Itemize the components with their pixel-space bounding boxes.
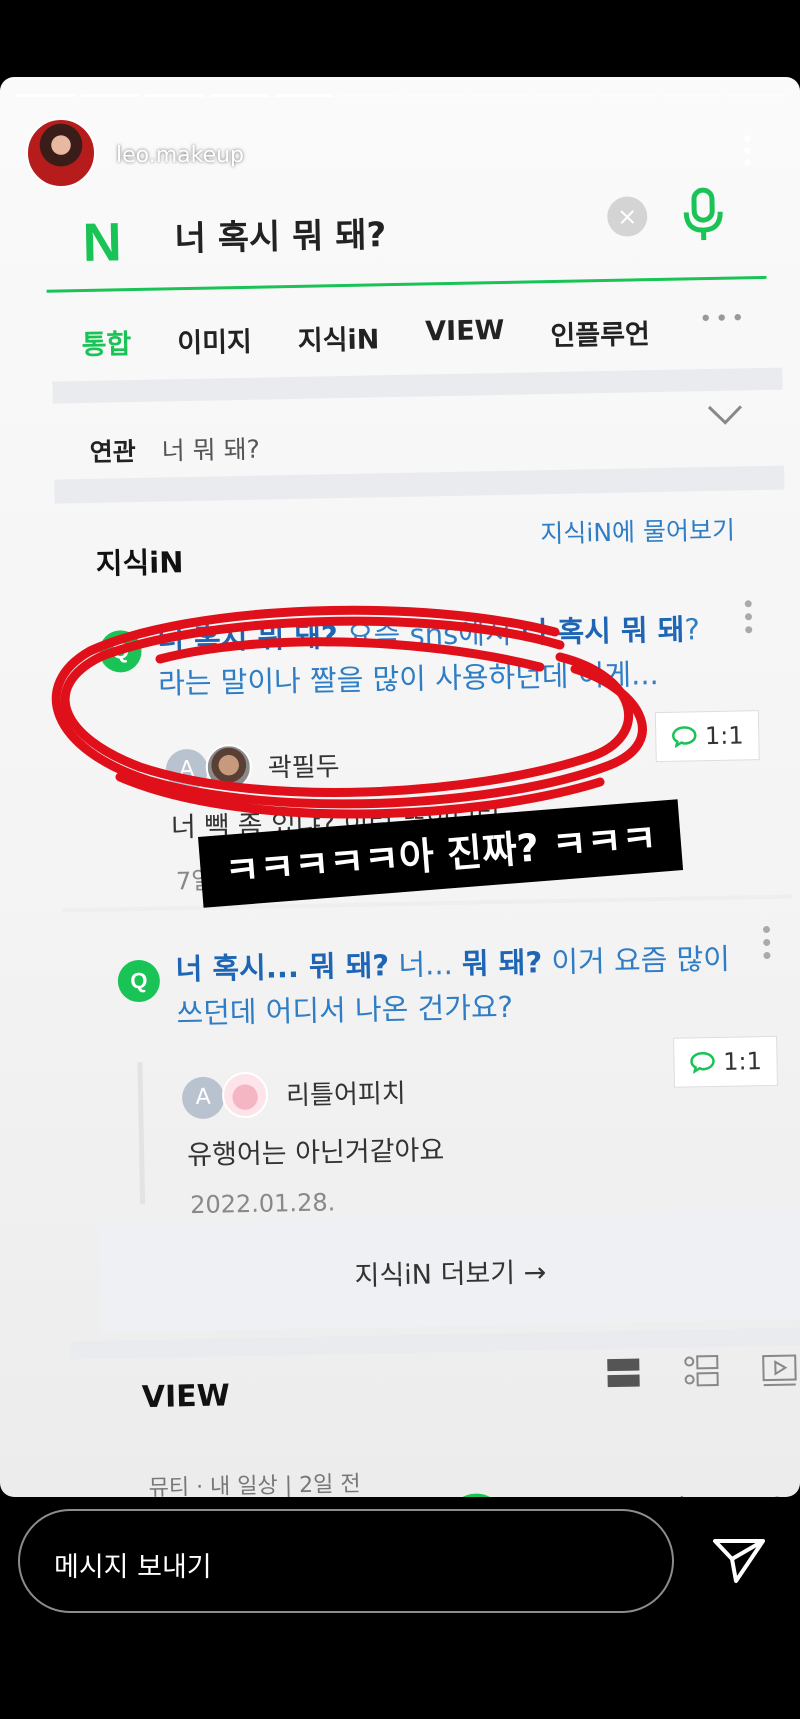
story-username[interactable]: leo.makeup bbox=[116, 143, 244, 168]
share-icon[interactable] bbox=[654, 1491, 701, 1497]
answer-rule bbox=[137, 1061, 146, 1205]
avatar bbox=[205, 743, 253, 791]
ratio-text: 1:1 bbox=[704, 721, 744, 751]
tab-influencer[interactable]: 인플루언 bbox=[550, 312, 650, 353]
avatar[interactable] bbox=[26, 118, 96, 188]
avatar: A bbox=[181, 1076, 225, 1120]
mic-icon[interactable] bbox=[681, 186, 726, 243]
progress-segment bbox=[210, 94, 269, 97]
story-more-icon[interactable] bbox=[740, 135, 754, 171]
ratio-badge: 1:1 bbox=[673, 1035, 778, 1088]
jisikin-section-title: 지식iN bbox=[95, 545, 184, 581]
search-query-text[interactable]: 너 혹시 뭐 돼? bbox=[174, 207, 387, 260]
section-divider bbox=[62, 894, 793, 913]
progress-segment bbox=[727, 94, 787, 97]
view-layout-toggles bbox=[603, 1349, 800, 1393]
green-dot-button[interactable] bbox=[445, 1493, 507, 1497]
answer-date: 2022.01.28. bbox=[189, 1188, 336, 1220]
answerer-name[interactable]: 곽필두 bbox=[267, 746, 340, 784]
progress-segment bbox=[598, 94, 657, 97]
section-divider bbox=[52, 367, 783, 404]
search-tabs: 통합 이미지 지식iN VIEW 인플루언 bbox=[81, 312, 650, 362]
progress-segment bbox=[274, 94, 334, 97]
related-label: 연관 bbox=[89, 437, 136, 467]
ratio-text: 1:1 bbox=[722, 1047, 763, 1076]
answer-text[interactable]: 유행어는 아닌거같아요 bbox=[187, 1128, 445, 1172]
question-title[interactable]: 너 혹시... 뭐 돼? 너... 뭐 돼? 이거 요즘 많이 쓰던데 어디서 … bbox=[175, 937, 737, 1036]
chat-bubble-icon bbox=[689, 1052, 715, 1074]
more-options-icon[interactable] bbox=[761, 925, 772, 966]
detail-view-icon[interactable] bbox=[681, 1351, 722, 1392]
jisikin-ask-link[interactable]: 지식iN에 물어보기 bbox=[540, 511, 735, 551]
progress-segment bbox=[339, 94, 399, 97]
tab-view[interactable]: VIEW bbox=[425, 315, 505, 356]
screenshot-photo: N 너 혹시 뭐 돼? × 통합 이미지 지식iN VIEW 인플루언 ••• … bbox=[0, 77, 800, 1497]
view-section-title: VIEW bbox=[141, 1378, 231, 1416]
progress-segment bbox=[145, 94, 205, 97]
avatar bbox=[221, 1071, 269, 1119]
send-icon[interactable] bbox=[712, 1537, 766, 1585]
list-item[interactable]: Q 너 혹시 뭐 돼? 요즘 sns에서 너 혹시 뭐 돼?라는 말이나 짤을 … bbox=[0, 77, 786, 895]
related-search[interactable]: 연관 너 뭐 돼? bbox=[89, 430, 260, 469]
chat-bubble-icon bbox=[671, 726, 697, 748]
related-value[interactable]: 너 뭐 돼? bbox=[161, 435, 260, 466]
more-options-icon[interactable] bbox=[743, 600, 754, 640]
list-item[interactable]: Q 너 혹시... 뭐 돼? 너... 뭐 돼? 이거 요즘 많이 쓰던데 어디… bbox=[0, 77, 786, 1219]
progress-segment bbox=[468, 94, 528, 97]
search-underline bbox=[46, 275, 767, 293]
list-view-icon[interactable] bbox=[603, 1352, 644, 1393]
section-divider bbox=[54, 465, 785, 504]
more-jisikin-label: 지식iN 더보기 → bbox=[354, 1257, 547, 1292]
clear-icon[interactable]: × bbox=[606, 196, 648, 237]
progress-segment bbox=[80, 94, 140, 97]
tabs-more-icon[interactable]: ••• bbox=[699, 306, 747, 332]
story-media[interactable]: N 너 혹시 뭐 돼? × 통합 이미지 지식iN VIEW 인플루언 ••• … bbox=[0, 77, 800, 1497]
question-badge: Q bbox=[117, 959, 161, 1003]
story-progress bbox=[16, 94, 787, 98]
more-icon[interactable] bbox=[752, 1493, 800, 1497]
progress-segment bbox=[404, 94, 463, 97]
chevron-down-icon[interactable] bbox=[707, 402, 743, 427]
question-badge: Q bbox=[99, 629, 142, 673]
tab-integrated[interactable]: 통합 bbox=[81, 322, 131, 362]
progress-segment bbox=[533, 94, 593, 97]
answerer-name[interactable]: 리틀어피치 bbox=[286, 1073, 406, 1112]
naver-logo: N bbox=[82, 212, 123, 273]
view-item-peek: 뮤티 · 내 일상 | 2일 전 bbox=[148, 1471, 361, 1497]
avatar: A bbox=[165, 748, 209, 792]
video-view-icon[interactable] bbox=[759, 1349, 800, 1390]
tab-images[interactable]: 이미지 bbox=[177, 320, 252, 360]
progress-segment bbox=[662, 94, 722, 97]
progress-segment bbox=[16, 94, 75, 97]
ratio-badge: 1:1 bbox=[654, 710, 760, 763]
question-title[interactable]: 너 혹시 뭐 돼? 요즘 sns에서 너 혹시 뭐 돼?라는 말이나 짤을 많이… bbox=[157, 607, 719, 706]
message-placeholder: 메시지 보내기 bbox=[54, 1552, 212, 1583]
tab-jisikin[interactable]: 지식iN bbox=[297, 317, 380, 358]
